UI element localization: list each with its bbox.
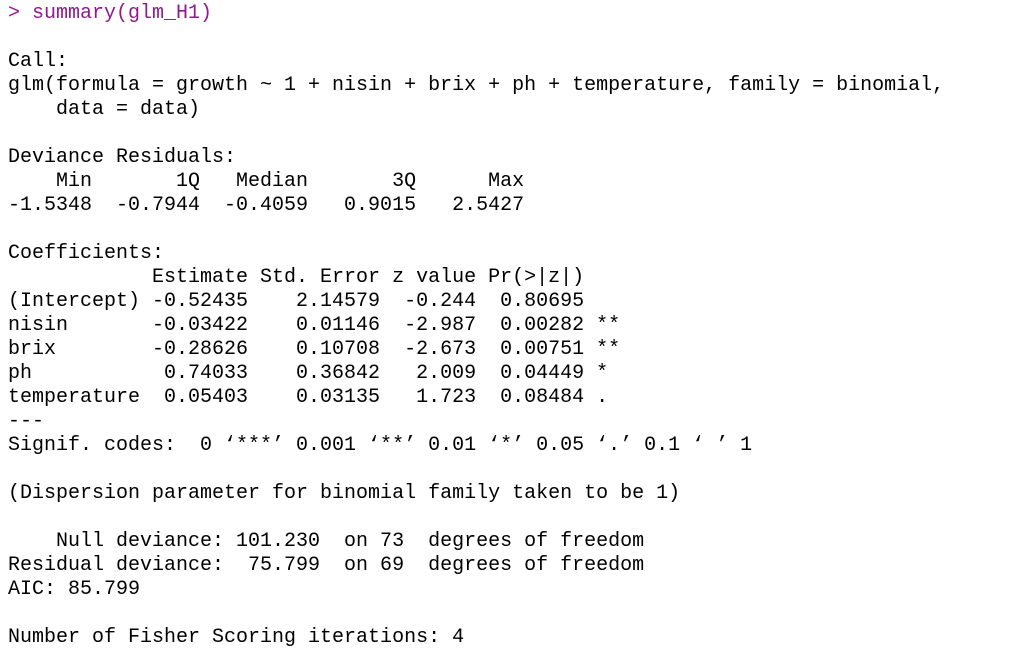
fisher-iterations-line: Number of Fisher Scoring iterations: 4: [8, 626, 465, 649]
coef-row-ph: ph 0.74033 0.36842 2.009 0.04449 *: [8, 362, 621, 385]
coef-row-intercept: (Intercept) -0.52435 2.14579 -0.244 0.80…: [8, 290, 621, 313]
coef-row-brix: brix -0.28626 0.10708 -2.673 0.00751 **: [8, 338, 621, 361]
coefficients-columns: Estimate Std. Error z value Pr(>|z|): [8, 266, 621, 289]
command-line: > summary(glm_H1): [8, 2, 1027, 26]
signif-codes-line: Signif. codes: 0 ‘***’ 0.001 ‘**’ 0.01 ‘…: [8, 434, 753, 457]
deviance-residuals-columns: Min 1Q Median 3Q Max: [8, 170, 549, 193]
coefficients-header: Coefficients:: [8, 242, 165, 265]
call-header: Call:: [8, 50, 69, 73]
r-console[interactable]: > summary(glm_H1) Call: glm(formula = gr…: [0, 0, 1027, 658]
null-deviance-line: Null deviance: 101.230 on 73 degrees of …: [8, 530, 645, 553]
coef-row-nisin: nisin -0.03422 0.01146 -2.987 0.00282 **: [8, 314, 621, 337]
aic-line: AIC: 85.799: [8, 578, 141, 601]
call-data-line: data = data): [8, 98, 201, 121]
call-formula-line: glm(formula = growth ~ 1 + nisin + brix …: [8, 74, 945, 97]
deviance-residuals-header: Deviance Residuals:: [8, 146, 237, 169]
coef-row-temperature: temperature 0.05403 0.03135 1.723 0.0848…: [8, 386, 621, 409]
command-text: summary(glm_H1): [32, 2, 213, 25]
deviance-residuals-values: -1.5348 -0.7944 -0.4059 0.9015 2.5427: [8, 194, 549, 217]
prompt-symbol: >: [8, 2, 33, 25]
dispersion-line: (Dispersion parameter for binomial famil…: [8, 482, 681, 505]
residual-deviance-line: Residual deviance: 75.799 on 69 degrees …: [8, 554, 645, 577]
separator-line: ---: [8, 410, 45, 433]
